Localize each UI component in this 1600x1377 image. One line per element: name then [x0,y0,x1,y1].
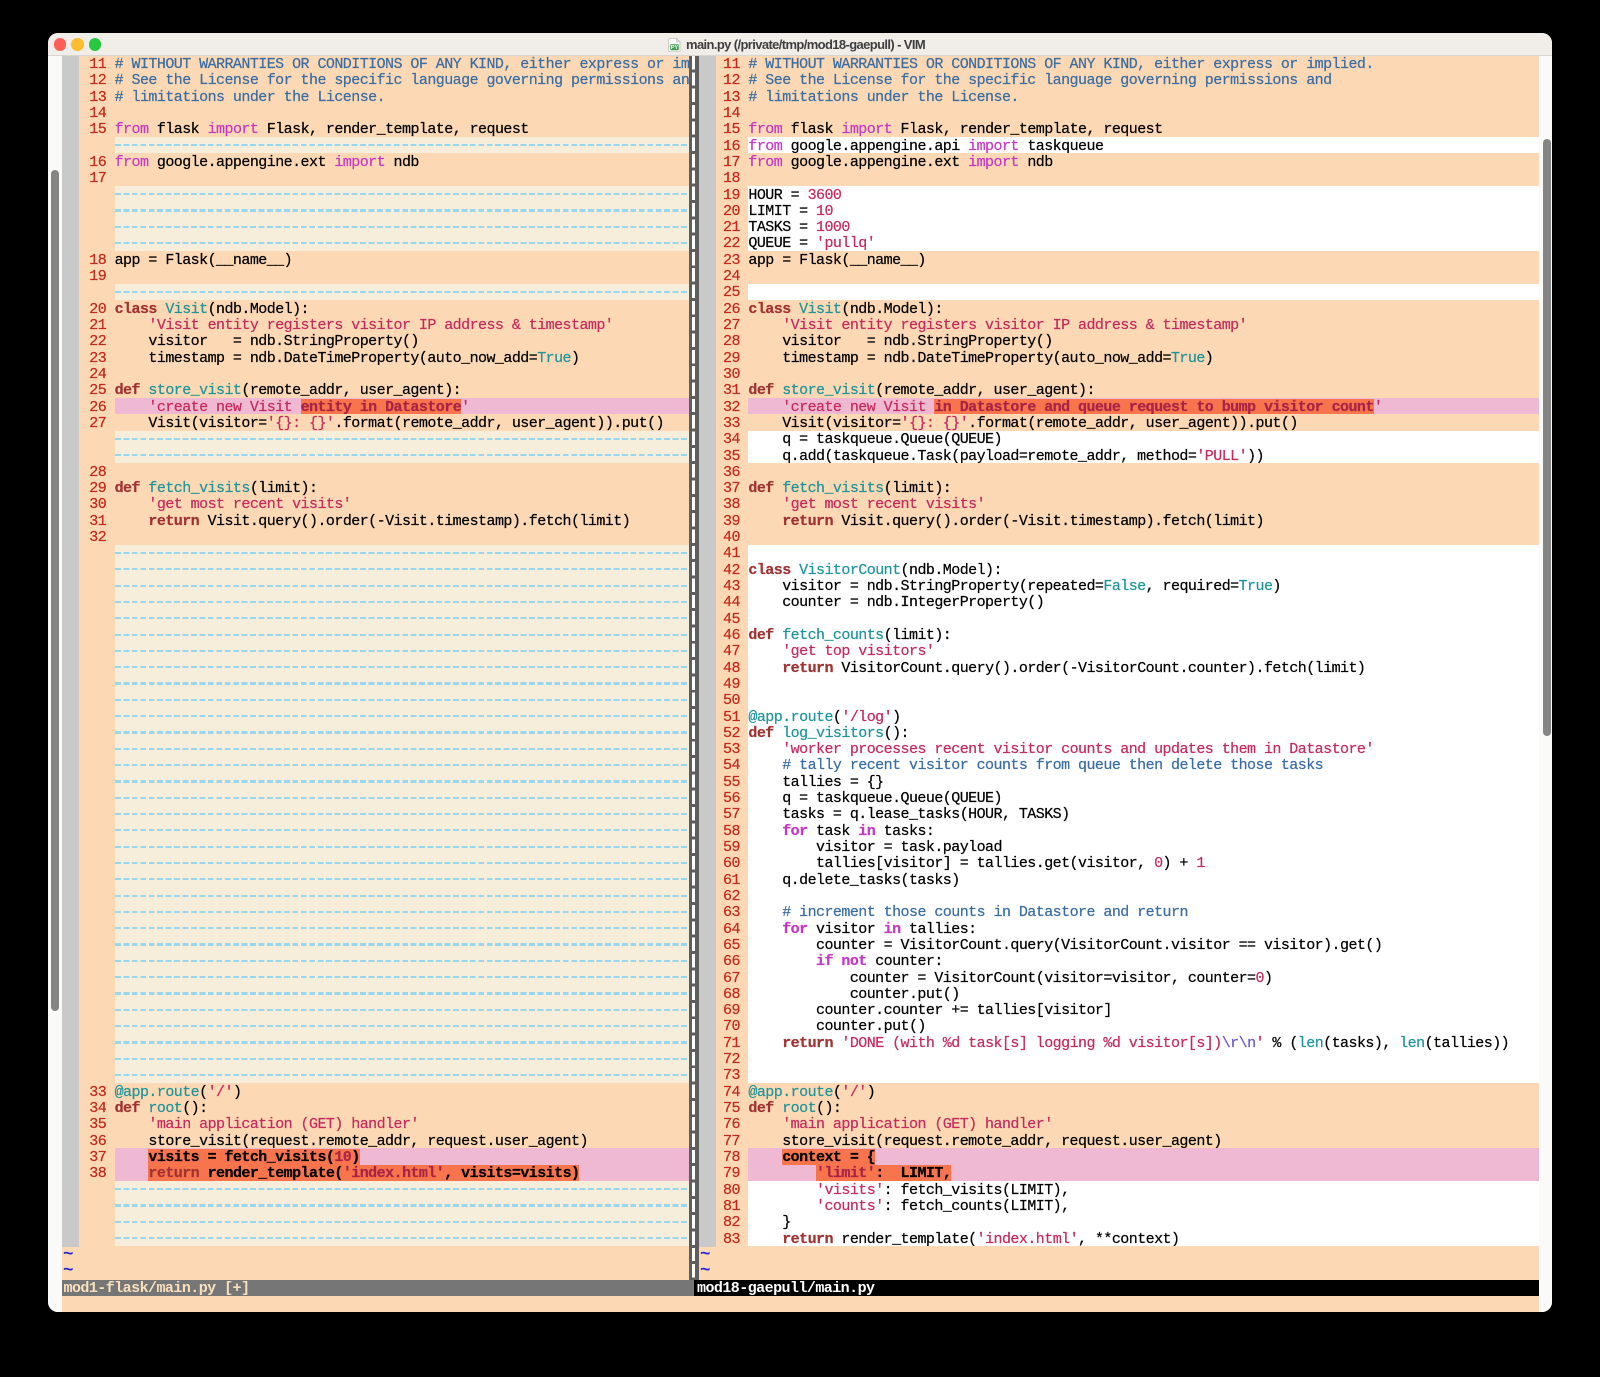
svg-text:PY: PY [671,45,679,51]
